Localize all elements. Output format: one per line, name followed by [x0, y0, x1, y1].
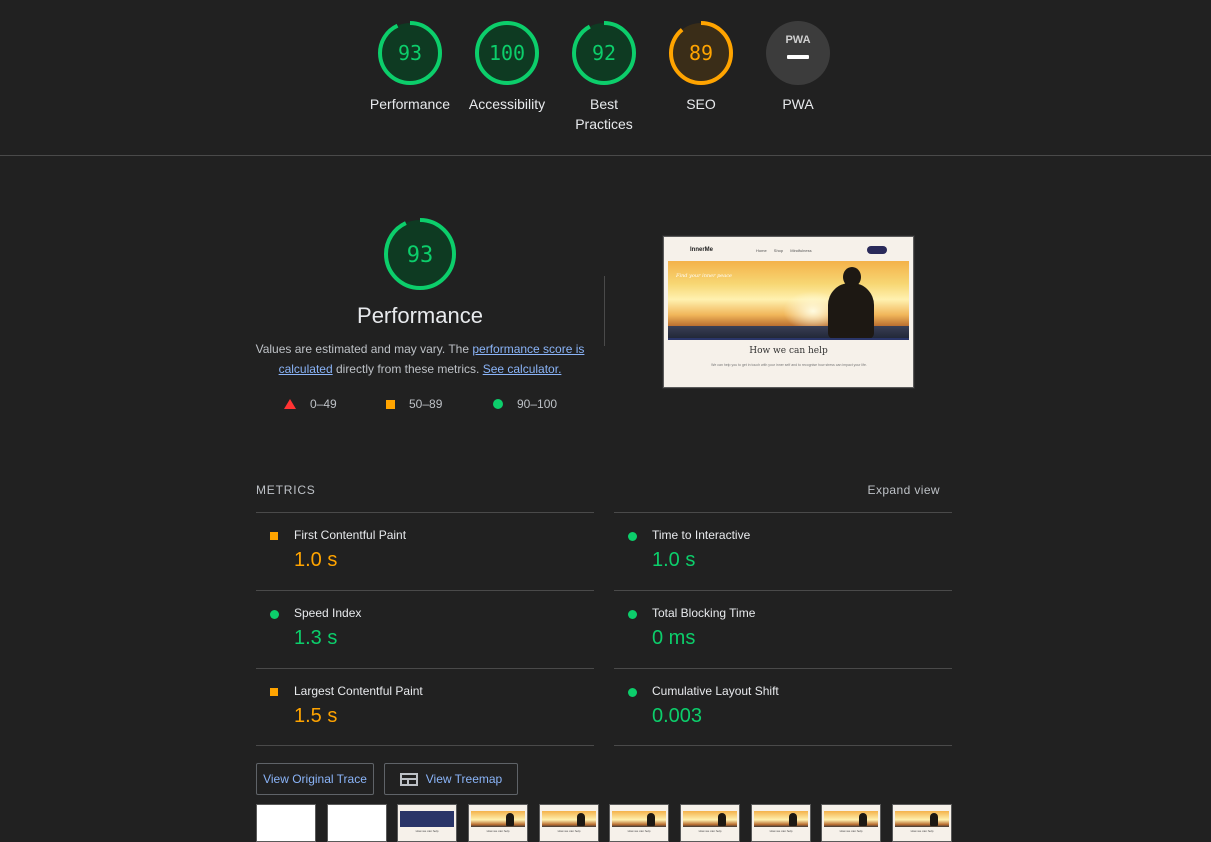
gauge-accessibility[interactable]: 100 Accessibility	[457, 20, 557, 114]
gauge-performance[interactable]: 93 Performance	[360, 20, 460, 114]
pass-circle-icon	[628, 688, 637, 697]
pass-circle-icon	[628, 532, 637, 541]
desc-middle: directly from these metrics.	[332, 362, 483, 376]
gauge-ring: 93	[378, 21, 442, 85]
see-calculator-link[interactable]: See calculator.	[483, 362, 562, 376]
view-treemap-button[interactable]: View Treemap	[384, 763, 518, 795]
metric-total-blocking-time: Total Blocking Time 0 ms	[614, 590, 952, 668]
pass-circle-icon	[628, 610, 637, 619]
circle-icon	[493, 399, 503, 409]
gauge-score: 93	[398, 41, 422, 65]
screenshot-nav-links: Home Shop Mindfulness	[756, 248, 812, 253]
metric-value: 1.0 s	[294, 549, 338, 571]
pwa-badge-icon: PWA	[766, 21, 830, 85]
gauge-label: Accessibility	[468, 96, 546, 112]
metrics-title: METRICS	[256, 483, 316, 497]
legend-range: 0–49	[310, 397, 337, 411]
screenshot-nav: InnerMe Home Shop Mindfulness	[668, 241, 909, 261]
gauge-label: Best Practices	[575, 96, 633, 132]
performance-gauge: 93	[384, 218, 456, 290]
filmstrip-frame: How we can help	[468, 804, 528, 842]
gauge-label: SEO	[686, 96, 716, 112]
legend-fail: 0–49	[284, 396, 337, 412]
pass-circle-icon	[270, 610, 279, 619]
filmstrip-frame	[256, 804, 316, 842]
metrics-header: METRICS Expand view	[256, 483, 940, 497]
gauge-seo[interactable]: 89 SEO	[651, 20, 751, 114]
metrics-divider	[256, 745, 594, 746]
metric-first-contentful-paint: First Contentful Paint 1.0 s	[256, 512, 594, 590]
filmstrip-frame: How we can help	[821, 804, 881, 842]
filmstrip-frame: How we can help	[680, 804, 740, 842]
performance-title: Performance	[357, 303, 483, 328]
metric-speed-index: Speed Index 1.3 s	[256, 590, 594, 668]
triangle-icon	[284, 399, 296, 409]
square-icon	[386, 399, 395, 409]
metric-value: 1.3 s	[294, 627, 338, 649]
meditating-person-silhouette	[828, 283, 874, 338]
treemap-icon	[399, 772, 418, 786]
metric-name: Largest Contentful Paint	[294, 684, 423, 698]
metric-cumulative-layout-shift: Cumulative Layout Shift 0.003	[614, 668, 952, 746]
metric-name: First Contentful Paint	[294, 528, 407, 542]
filmstrip-frame: How we can help	[892, 804, 952, 842]
screenshot-hero-image: Find your inner peace	[668, 261, 909, 338]
gauge-ring: 89	[669, 21, 733, 85]
gauge-pwa[interactable]: PWA PWA	[748, 20, 848, 114]
gauge-best-practices[interactable]: 92 Best Practices	[554, 20, 654, 134]
view-treemap-label: View Treemap	[425, 772, 503, 786]
performance-description: Values are estimated and may vary. The p…	[252, 339, 588, 379]
metric-largest-contentful-paint: Largest Contentful Paint 1.5 s	[256, 668, 594, 746]
screenshot-body: We can help you to get in touch with you…	[711, 363, 867, 367]
filmstrip-frame	[327, 804, 387, 842]
filmstrip-frame: How we can help	[751, 804, 811, 842]
gauge-label: PWA	[782, 96, 814, 112]
pwa-badge-text: PWA	[785, 34, 810, 46]
average-square-icon	[270, 532, 278, 540]
metric-value: 1.0 s	[652, 549, 696, 571]
gauge-ring: 100	[475, 21, 539, 85]
gauge-label: Performance	[369, 96, 451, 112]
legend-average: 50–89	[386, 396, 442, 412]
expand-view-toggle[interactable]: Expand view	[868, 483, 940, 497]
legend-range: 50–89	[409, 397, 443, 411]
screenshot-logo: InnerMe	[690, 247, 714, 253]
legend-range: 90–100	[517, 397, 558, 411]
screenshot-tagline: Find your inner peace	[676, 273, 732, 279]
filmstrip-frame: How we can help	[609, 804, 669, 842]
final-screenshot[interactable]: InnerMe Home Shop Mindfulness Find your …	[662, 235, 915, 389]
desc-prefix: Values are estimated and may vary. The	[255, 342, 473, 356]
hero-divider	[604, 276, 605, 346]
metric-time-to-interactive: Time to Interactive 1.0 s	[614, 512, 952, 590]
metric-value: 0.003	[652, 705, 703, 727]
gauge-score: 92	[592, 41, 616, 65]
filmstrip-frame: How we can help	[397, 804, 457, 842]
gauge-score: 89	[689, 41, 713, 65]
performance-score: 93	[407, 243, 434, 268]
filmstrip-frame: How we can help	[539, 804, 599, 842]
screenshot-signup-button	[867, 246, 887, 254]
screenshot-heading: How we can help	[749, 346, 828, 356]
gauge-ring: 92	[572, 21, 636, 85]
category-gauges: 93 Performance 100 Accessibility 92 Best…	[0, 0, 1211, 156]
metric-name: Cumulative Layout Shift	[652, 684, 779, 698]
metric-value: 1.5 s	[294, 705, 338, 727]
gauge-score: 100	[489, 41, 525, 65]
metric-name: Speed Index	[294, 606, 362, 620]
metric-name: Time to Interactive	[652, 528, 751, 542]
metrics-divider	[614, 745, 952, 746]
view-original-trace-button[interactable]: View Original Trace	[256, 763, 374, 795]
metric-name: Total Blocking Time	[652, 606, 756, 620]
metric-value: 0 ms	[652, 627, 696, 649]
legend-pass: 90–100	[493, 396, 557, 412]
average-square-icon	[270, 688, 278, 696]
